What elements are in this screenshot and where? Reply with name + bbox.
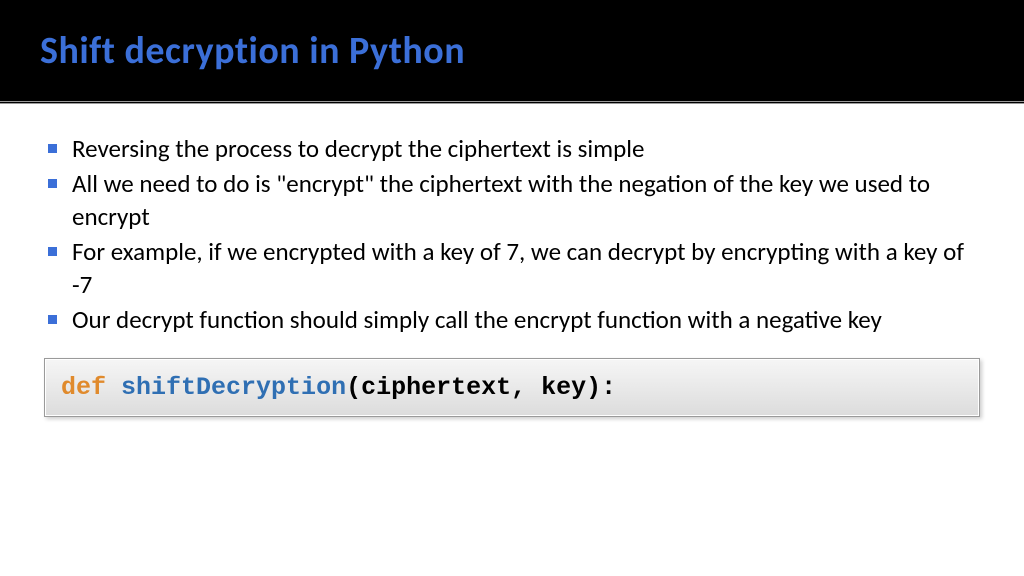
- code-block: def shiftDecryption(ciphertext, key):: [44, 358, 980, 417]
- code-params: (ciphertext, key):: [346, 373, 616, 402]
- bullet-item: Reversing the process to decrypt the cip…: [44, 132, 980, 165]
- slide-content: Reversing the process to decrypt the cip…: [0, 104, 1024, 417]
- slide-title: Shift decryption in Python: [40, 28, 984, 74]
- slide-header: Shift decryption in Python: [0, 0, 1024, 104]
- code-function-name: shiftDecryption: [121, 373, 346, 402]
- code-keyword: def: [61, 373, 106, 402]
- code-space: [106, 373, 121, 402]
- bullet-item: Our decrypt function should simply call …: [44, 303, 980, 336]
- bullet-item: For example, if we encrypted with a key …: [44, 235, 980, 301]
- bullet-list: Reversing the process to decrypt the cip…: [44, 132, 980, 336]
- bullet-item: All we need to do is "encrypt" the ciphe…: [44, 167, 980, 233]
